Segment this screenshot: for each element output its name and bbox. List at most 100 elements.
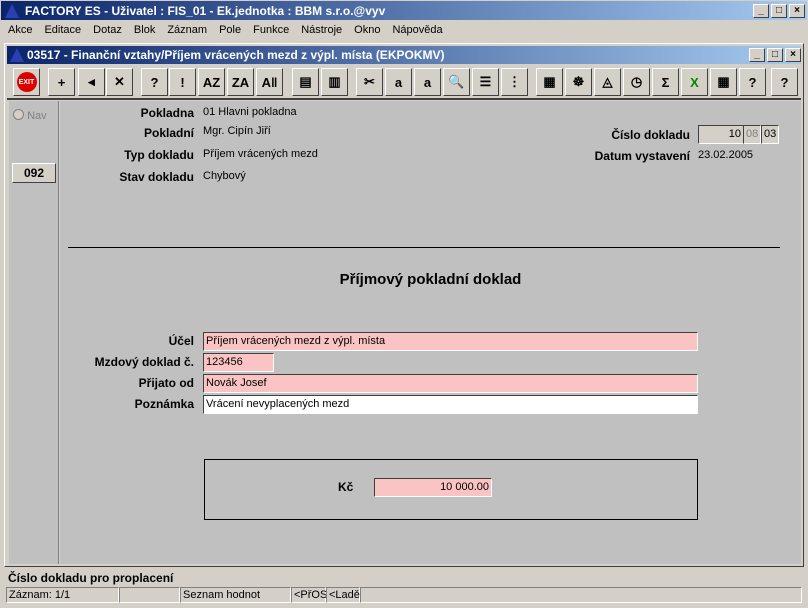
form-icon: ▦ [543,74,556,89]
pokladna-label: Pokladna [140,106,194,120]
query-execute-button[interactable]: ! [169,68,196,96]
copy-button[interactable]: a [385,68,412,96]
sort-multi-button[interactable]: A‖ [256,68,283,96]
menu-blok[interactable]: Blok [128,24,161,41]
sort-desc-button[interactable]: ZA [227,68,254,96]
wheel-button[interactable]: ☸ [565,68,592,96]
kc-label: Kč [338,480,354,494]
eye-icon: ◬ [602,74,613,89]
form-button[interactable]: ▦ [536,68,563,96]
cut-button[interactable]: ✂ [356,68,383,96]
menu-dotaz[interactable]: Dotaz [87,24,128,41]
calendar-icon: ▦ [717,74,730,89]
print-multi-button[interactable]: ▥ [321,68,348,96]
excel-icon: X [690,74,699,90]
pokladni-label: Pokladní [143,126,194,140]
columns-button[interactable]: ⋮ [501,68,528,96]
calendar-button[interactable]: ▦ [710,68,737,96]
menu-pole[interactable]: Pole [213,24,247,41]
typ-dokladu-value: Příjem vrácených mezd [203,148,318,160]
form-window-controls: _ □ × [749,48,801,62]
exit-icon: EXIT [16,72,37,92]
query-enter-button[interactable]: ? [141,68,168,96]
menu-okno[interactable]: Okno [348,24,386,41]
columns-icon: ⋮ [508,74,521,89]
typ-dokladu-label: Typ dokladu [124,148,194,162]
mzdovy-doklad-label: Mzdový doklad č. [94,355,194,369]
cislo-dokladu-field-3[interactable]: 03 [761,125,779,144]
paste-icon: a [423,74,432,90]
poznamka-field[interactable]: Vrácení nevyplacených mezd [203,395,698,414]
help-icon: ? [780,74,789,90]
status-cell-empty [119,587,180,603]
save-button[interactable]: ◂ [78,68,105,96]
sort-desc-icon: ZA [231,74,250,90]
menu-akce[interactable]: Akce [2,24,38,41]
field-hint: Číslo dokladu pro proplacení [8,571,174,585]
menu-bar: Akce Editace Dotaz Blok Záznam Pole Funkce Nást… [0,21,808,41]
amount-box: Kč 10 000.00 [204,459,698,520]
help-button[interactable]: ? [771,68,798,96]
query-enter-icon: ? [150,74,159,90]
zoom-search-button[interactable]: 🔍 [443,68,470,96]
poznamka-label: Poznámka [134,397,194,411]
form-title-bar: 03517 - Finanční vztahy/Příjem vrácených… [7,46,801,64]
sum-button[interactable]: Σ [652,68,679,96]
print-button[interactable]: ▤ [292,68,319,96]
close-button[interactable]: × [789,4,805,18]
insert-record-icon: + [57,74,66,90]
prijato-od-label: Přijato od [138,376,194,390]
ucel-field[interactable]: Příjem vrácených mezd z výpl. místa [203,332,698,351]
insert-record-button[interactable]: + [48,68,75,96]
pokladna-value: 01 Hlavni pokladna [203,106,297,118]
divider [68,247,780,248]
form-icon [10,48,24,62]
delete-record-button[interactable]: ✕ [106,68,133,96]
form-close-button[interactable]: × [785,48,801,62]
menu-editace[interactable]: Editace [38,24,87,41]
datum-vystaveni-value: 23.02.2005 [698,149,754,161]
form-body: Pokladna 01 Hlavni pokladna Pokladní Mgr… [60,101,801,564]
cislo-dokladu-field-1[interactable]: 10 [698,125,744,144]
record-counter: Záznam: 1/1 [6,587,119,603]
zoom-search-icon: 🔍 [448,74,465,89]
eye-button[interactable]: ◬ [594,68,621,96]
wheel-icon: ☸ [572,74,585,89]
form-maximize-button[interactable]: □ [767,48,783,62]
cislo-dokladu-field-2[interactable]: 08 [743,125,761,144]
list-of-values-indicator: Seznam hodnot [180,587,291,603]
app-window-controls: _ □ × [753,4,805,18]
status-cell-pros: <PřOS [291,587,327,603]
stav-dokladu-label: Stav dokladu [119,170,194,184]
query-execute-icon: ! [180,74,185,90]
app-title-bar: FACTORY ES - Uživatel : FIS_01 - Ek.jedn… [0,0,808,21]
print-multi-icon: ▥ [328,74,341,89]
form-title: 03517 - Finanční vztahy/Příjem vrácených… [27,48,445,62]
menu-funkce[interactable]: Funkce [247,24,295,41]
menu-nápověda[interactable]: Nápověda [386,24,448,41]
form-minimize-button[interactable]: _ [749,48,765,62]
sort-multi-icon: A‖ [261,74,278,90]
stav-dokladu-value: Chybový [203,170,246,182]
app-icon [5,4,19,18]
maximize-button[interactable]: □ [771,4,787,18]
sort-asc-button[interactable]: AZ [198,68,225,96]
paste-button[interactable]: a [414,68,441,96]
form-heading: Příjmový pokladní doklad [339,271,522,288]
sort-asc-icon: AZ [202,74,221,90]
help-context-button[interactable]: ? [739,68,766,96]
excel-button[interactable]: X [681,68,708,96]
menu-nástroje[interactable]: Nástroje [295,24,348,41]
mzdovy-doklad-field[interactable]: 123456 [203,353,274,372]
kc-field[interactable]: 10 000.00 [374,478,492,497]
save-icon: ◂ [88,74,95,89]
exit-button[interactable]: EXIT [13,68,40,96]
list-button[interactable]: ☰ [472,68,499,96]
menu-záznam[interactable]: Záznam [161,24,213,41]
list-icon: ☰ [479,74,492,89]
cislo-dokladu-label: Číslo dokladu [611,128,690,142]
prijato-od-field[interactable]: Novák Josef [203,374,698,393]
cut-icon: ✂ [364,74,375,89]
clock-button[interactable]: ◷ [623,68,650,96]
minimize-button[interactable]: _ [753,4,769,18]
